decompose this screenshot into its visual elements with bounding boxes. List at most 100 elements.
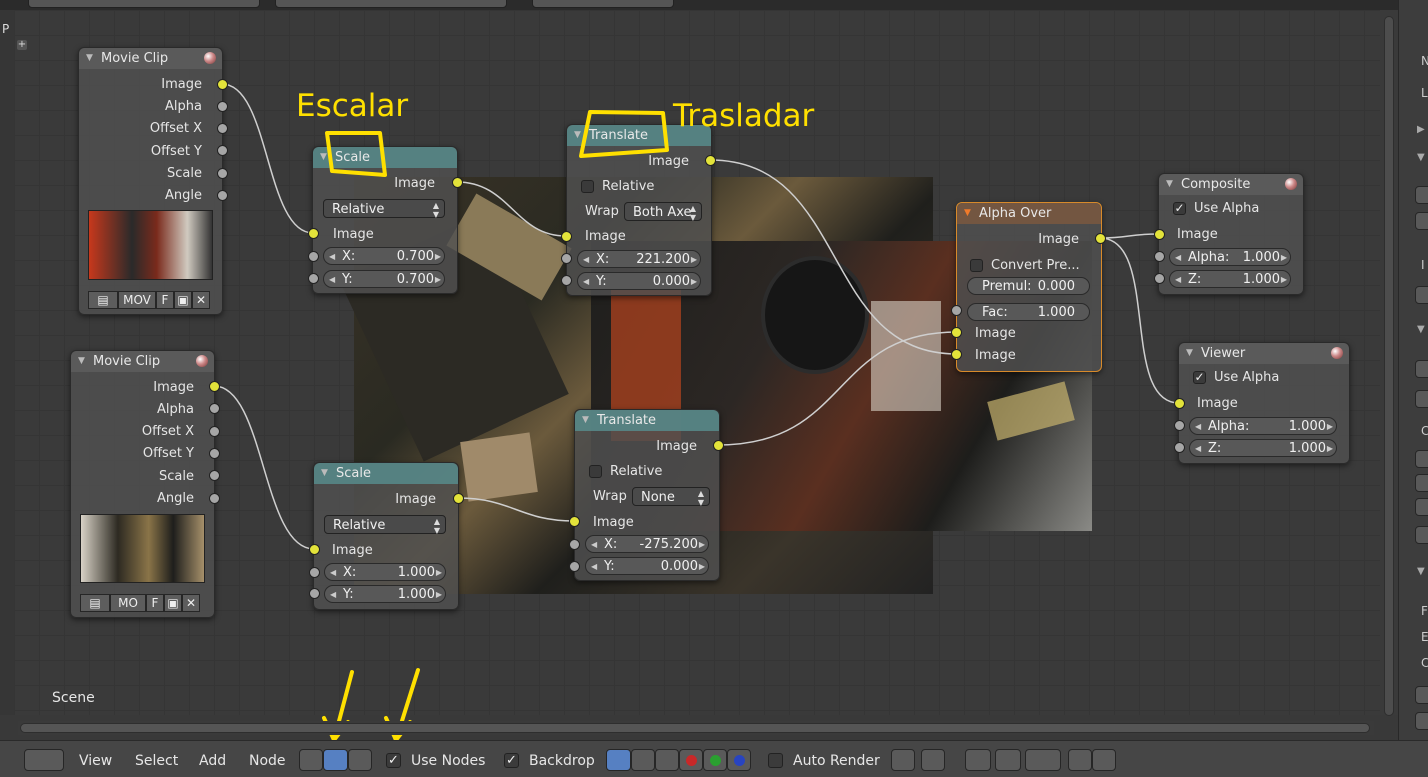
socket-clip1-offsety[interactable]	[217, 145, 228, 156]
socket-translate2-in[interactable]	[569, 516, 580, 527]
fake-user-button[interactable]: F	[156, 291, 174, 309]
socket-alphaover-in2[interactable]	[951, 349, 962, 360]
scale-node-2[interactable]: ▼ Scale Image Relative ▲ ▼ Image ◀ X: 1.000 ▶…	[313, 462, 459, 610]
socket-clip2-scale[interactable]	[209, 470, 220, 481]
panel-button[interactable]	[1415, 712, 1428, 730]
socket-alphaover-in1[interactable]	[951, 327, 962, 338]
increment-arrow-icon[interactable]: ▶	[1281, 271, 1287, 289]
preview-toggle-icon[interactable]	[1331, 347, 1343, 359]
z-field[interactable]: ◀ Z: 1.000 ▶	[1169, 270, 1291, 288]
scrollbar-thumb[interactable]	[1384, 16, 1394, 716]
increment-arrow-icon[interactable]: ▶	[691, 251, 697, 269]
menu-view[interactable]: View	[79, 753, 112, 769]
scale-node-1[interactable]: ▼ Scale Image Relative ▲ ▼ Image ◀ X: 0.700 ▶…	[312, 146, 458, 294]
socket-clip1-offsetx[interactable]	[217, 123, 228, 134]
preview-toggle-icon[interactable]	[196, 355, 208, 367]
wrap-dropdown[interactable]: None ▲ ▼	[632, 487, 710, 507]
compositing-nodes-icon[interactable]	[323, 749, 348, 771]
wrap-dropdown[interactable]: Both Axe ▲ ▼	[624, 202, 702, 222]
node-header[interactable]: ▼ Scale	[313, 147, 457, 168]
vertical-scrollbar[interactable]	[1380, 10, 1398, 716]
preview-toggle-icon[interactable]	[204, 52, 216, 64]
clip-browse-icon[interactable]: ▤	[80, 594, 110, 612]
premul-field[interactable]: Premul: 0.000	[967, 277, 1090, 295]
socket-clip1-angle[interactable]	[217, 190, 228, 201]
fac-field[interactable]: Fac: 1.000	[967, 303, 1090, 321]
scale-space-dropdown[interactable]: Relative ▲ ▼	[324, 515, 446, 535]
socket-translate2-out[interactable]	[713, 440, 724, 451]
clip-browse-icon[interactable]: ▤	[88, 291, 118, 309]
socket-composite-z[interactable]	[1154, 273, 1165, 284]
collapse-triangle-icon[interactable]: ▼	[1186, 343, 1193, 364]
decrement-arrow-icon[interactable]: ◀	[583, 251, 589, 269]
node-header[interactable]: ▼ Translate	[575, 410, 719, 431]
collapse-triangle-icon[interactable]: ▼	[86, 48, 93, 69]
translate-x-field[interactable]: ◀ X: -275.200 ▶	[585, 535, 709, 553]
socket-translate1-y[interactable]	[561, 275, 572, 286]
collapse-triangle-icon[interactable]: ▼	[582, 410, 589, 431]
increment-arrow-icon[interactable]: ▶	[1327, 440, 1333, 458]
increment-arrow-icon[interactable]: ▶	[699, 536, 705, 554]
socket-clip2-angle[interactable]	[209, 493, 220, 504]
collapse-triangle-icon[interactable]: ▼	[1166, 174, 1173, 195]
alpha-field[interactable]: ◀ Alpha: 1.000 ▶	[1169, 248, 1291, 266]
socket-scale1-x[interactable]	[308, 251, 319, 262]
blue-channel-icon[interactable]	[727, 749, 751, 771]
increment-arrow-icon[interactable]: ▶	[435, 271, 441, 289]
scale-y-field[interactable]: ◀ Y: 0.700 ▶	[323, 270, 445, 288]
scale-space-dropdown[interactable]: Relative ▲ ▼	[323, 199, 445, 219]
decrement-arrow-icon[interactable]: ◀	[583, 273, 589, 291]
clip-name-field[interactable]: MO	[110, 594, 146, 612]
socket-scale2-y[interactable]	[309, 588, 320, 599]
red-channel-icon[interactable]	[679, 749, 703, 771]
open-folder-icon[interactable]: ▣	[164, 594, 182, 612]
top-field-3[interactable]	[532, 0, 674, 8]
node-header[interactable]: ▼ Viewer	[1179, 343, 1349, 364]
alpha-field[interactable]: ◀ Alpha: 1.000 ▶	[1189, 417, 1337, 435]
panel-button[interactable]	[1415, 360, 1428, 378]
collapse-triangle-icon[interactable]: ▼	[320, 147, 327, 168]
backdrop-checkbox[interactable]: ✓	[504, 753, 519, 768]
socket-scale2-x[interactable]	[309, 567, 320, 578]
viewer-node[interactable]: ▼ Viewer ✓ Use Alpha Image ◀ Alpha: 1.000 ▶…	[1178, 342, 1350, 464]
socket-scale2-in[interactable]	[309, 544, 320, 555]
socket-scale1-in[interactable]	[308, 228, 319, 239]
top-field-2[interactable]	[275, 0, 507, 8]
alpha-over-node[interactable]: ▼ Alpha Over Image Convert Pre... Premul…	[956, 202, 1102, 372]
panel-collapse-icon[interactable]: ▼	[1417, 152, 1425, 163]
top-field-1[interactable]	[28, 0, 260, 8]
increment-arrow-icon[interactable]: ▶	[1327, 418, 1333, 436]
collapse-triangle-icon[interactable]: ▼	[964, 203, 971, 224]
relative-checkbox[interactable]	[589, 465, 602, 478]
shader-nodes-icon[interactable]	[299, 749, 323, 771]
node-header[interactable]: ▼ Composite	[1159, 174, 1303, 195]
translate-y-field[interactable]: ◀ Y: 0.000 ▶	[577, 272, 701, 290]
socket-clip1-scale[interactable]	[217, 168, 228, 179]
socket-clip2-image[interactable]	[209, 381, 220, 392]
socket-scale1-out[interactable]	[452, 177, 463, 188]
movie-clip-node-2[interactable]: ▼ Movie Clip Image Alpha Offset X Offset…	[70, 350, 215, 618]
socket-translate1-in[interactable]	[561, 231, 572, 242]
green-channel-icon[interactable]	[703, 749, 727, 771]
menu-select[interactable]: Select	[135, 753, 178, 769]
scale-x-field[interactable]: ◀ X: 1.000 ▶	[324, 563, 446, 581]
translate-x-field[interactable]: ◀ X: 221.200 ▶	[577, 250, 701, 268]
snap-element-icon[interactable]	[995, 749, 1021, 771]
panel-collapse-icon[interactable]: ▼	[1417, 566, 1425, 577]
panel-button[interactable]	[1415, 686, 1428, 704]
z-field[interactable]: ◀ Z: 1.000 ▶	[1189, 439, 1337, 457]
increment-arrow-icon[interactable]: ▶	[435, 248, 441, 266]
snap-type-dropdown-icon[interactable]	[1025, 749, 1061, 771]
socket-clip2-offsetx[interactable]	[209, 426, 220, 437]
socket-scale2-out[interactable]	[453, 493, 464, 504]
open-folder-icon[interactable]: ▣	[174, 291, 192, 309]
node-header[interactable]: ▼ Scale	[314, 463, 458, 484]
translate-node-2[interactable]: ▼ Translate Image Relative Wrap None ▲ ▼ I…	[574, 409, 720, 581]
decrement-arrow-icon[interactable]: ◀	[330, 564, 336, 582]
socket-clip1-image[interactable]	[217, 79, 228, 90]
translate-node-1[interactable]: ▼ Translate Image Relative Wrap Both Axe…	[566, 124, 712, 296]
node-header[interactable]: ▼ Movie Clip	[71, 351, 214, 372]
socket-composite-image[interactable]	[1154, 229, 1165, 240]
panel-button[interactable]	[1415, 498, 1428, 516]
socket-translate2-y[interactable]	[569, 561, 580, 572]
